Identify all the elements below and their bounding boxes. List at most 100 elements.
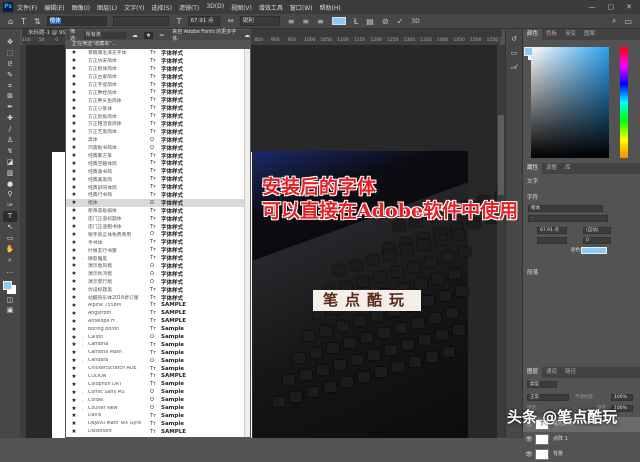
pen-tool-icon[interactable]: ✑ (7, 200, 13, 211)
favorite-star-icon[interactable]: ★ (66, 168, 82, 175)
favorite-star-icon[interactable]: ★ (66, 381, 82, 388)
layer-name[interactable]: 点阵 1 (553, 432, 568, 447)
blur-tool-icon[interactable]: ● (7, 179, 13, 190)
blend-mode-select[interactable]: 正常 (527, 394, 569, 401)
canvas-scrollbar[interactable] (497, 45, 505, 438)
foreground-color[interactable] (3, 280, 12, 290)
panel-tab[interactable]: 路径 (561, 367, 580, 378)
font-list-item[interactable]: ★ › Corbel O Sample (66, 396, 250, 404)
panel-tab[interactable]: 调整 (542, 163, 561, 174)
panel-tab[interactable]: 库 (561, 163, 575, 174)
font-list-item[interactable]: ★ Antelope H Tт SAMPLE (66, 317, 250, 325)
menu-item[interactable]: 文件(F) (17, 3, 37, 12)
font-list-item[interactable]: ★ 新蒂黑板报体 Tт 字体样式 (66, 207, 250, 215)
menu-item[interactable]: 图像(I) (72, 3, 90, 12)
favorite-star-icon[interactable]: ★ (66, 223, 82, 230)
opacity-input[interactable]: 100% (611, 394, 633, 401)
panels-icon[interactable]: ▤ (366, 17, 374, 26)
font-list-item[interactable]: ★ Colophon DRT Tт Sample (66, 380, 250, 388)
favorite-star-icon[interactable]: ★ (66, 389, 82, 396)
eyedropper-icon[interactable]: ✒ (7, 102, 13, 113)
favorite-star-icon[interactable]: ★ (66, 144, 82, 151)
font-list-item[interactable]: ★ Boring Boron Tт Sample (66, 325, 250, 333)
favorite-star-icon[interactable]: ★ (66, 278, 82, 285)
favorite-star-icon[interactable]: ★ (66, 191, 82, 198)
text-color-swatch[interactable] (331, 17, 346, 25)
workspace-icon[interactable]: ▭ (624, 17, 632, 26)
favorite-star-icon[interactable]: ★ (66, 73, 82, 80)
font-list-item[interactable]: ★ › Comic Sans MS O Sample (66, 388, 250, 396)
font-list-item[interactable]: ★ 庞门正道标题体 Tт 字体样式 (66, 215, 250, 223)
marquee-tool-icon[interactable]: ⬚ (7, 48, 14, 59)
font-list-item[interactable]: ★ 演示秋鸿楷 O 字体样式 (66, 270, 250, 278)
font-list-item[interactable]: ★ 经典行书简 Tт 字体样式 (66, 191, 250, 199)
font-list-item[interactable]: ★ 锐字真言体免费商用 O 字体样式 (66, 230, 250, 239)
font-list-item[interactable]: ★ 方正胖头鱼简体 Tт 字体样式 (66, 96, 250, 105)
type-tool-icon[interactable]: T (3, 211, 17, 223)
font-list-item[interactable]: ★ 鸿雷板书简体 O 字体样式 (66, 144, 250, 152)
layer-row[interactable]: 👁 背景 (523, 447, 640, 462)
font-list-item[interactable]: ★ 经典空趣体简 Tт 字体样式 (66, 159, 250, 168)
font-list-item[interactable]: ★ 站酷快乐体2016修订版 Tт 字体样式 (66, 294, 250, 302)
font-list-item[interactable]: ★ 手书体 Tт 字体样式 (66, 238, 250, 247)
move-tool-icon[interactable]: ✥ (7, 37, 13, 48)
menu-item[interactable]: 编辑(E) (44, 3, 64, 12)
font-list-item[interactable]: ★ 演示春风楷 O 字体样式 (66, 262, 250, 270)
favorite-star-icon[interactable]: ★ (66, 247, 82, 254)
font-list-item[interactable]: ★ › Cambria Tт Sample (66, 341, 250, 349)
comments-icon[interactable]: ▭ (506, 49, 522, 57)
font-list-item[interactable]: ★ › Candara O Sample (66, 357, 250, 365)
panel-tab[interactable]: 渐变 (561, 29, 580, 40)
favorite-star-icon[interactable]: ★ (66, 239, 82, 246)
font-list-item[interactable]: ★ 方正仿宋简体 Tт 字体样式 (66, 57, 250, 65)
glyphs-icon[interactable]: 𝒜 (506, 63, 522, 72)
dodge-tool-icon[interactable]: ⚲ (7, 189, 12, 200)
menu-item[interactable]: 滤镜(T) (179, 3, 199, 12)
font-list-item[interactable]: ★ 方正粗活意简体 Tт 字体样式 (66, 120, 250, 128)
panel-tab[interactable]: 图案 (580, 29, 599, 40)
commit-icon[interactable]: ✓ (397, 17, 404, 26)
panel-tab[interactable]: 通道 (542, 367, 561, 378)
font-list-item[interactable]: ★ 经典舒同体简 Tт 字体样式 (66, 183, 250, 192)
history-icon[interactable]: ↺ (506, 35, 522, 43)
font-list-item[interactable]: ★ Alpine 7558M Tт SAMPLE (66, 302, 250, 310)
font-list-item[interactable]: ★ Dissonant Tт SAMPLE (66, 428, 250, 436)
font-list-item[interactable]: ★ 草檀斋毛泽东字体 Tт 字体样式 (66, 49, 250, 57)
favorite-star-icon[interactable]: ★ (66, 231, 82, 238)
rectangle-tool-icon[interactable]: ▭ (7, 233, 14, 244)
favorite-star-icon[interactable]: ★ (66, 81, 82, 88)
menu-item[interactable]: 增效工具 (259, 3, 283, 12)
char-color-swatch[interactable] (581, 247, 607, 254)
menu-item[interactable]: 窗口(W) (290, 3, 313, 12)
favorite-star-icon[interactable]: ★ (66, 357, 82, 364)
search-icon[interactable]: ⌕ (612, 16, 616, 26)
char-style-select[interactable]: - (528, 215, 608, 222)
font-list-item[interactable]: ★ 庞门正道粗书体 Tт 字体样式 (66, 223, 250, 231)
favorite-star-icon[interactable]: ★ (66, 105, 82, 112)
brush-tool-icon[interactable]: / (9, 124, 11, 135)
favorite-star-icon[interactable]: ★ (66, 294, 82, 301)
font-list-item[interactable]: ★ Davis Tт Sample (66, 412, 250, 420)
close-button[interactable]: ✕ (626, 3, 632, 11)
font-list-item[interactable]: ★ 经典美黑简 Tт 字体样式 (66, 175, 250, 184)
minimize-button[interactable]: — (589, 3, 596, 11)
panel-tab[interactable]: 属性 (523, 163, 543, 174)
favorite-star-icon[interactable]: ★ (66, 89, 82, 96)
home-icon[interactable]: ⌂ (8, 17, 13, 26)
favorite-star-icon[interactable]: ★ (66, 262, 82, 269)
panel-tab[interactable]: 图层 (523, 367, 543, 378)
frame-tool-icon[interactable]: ⊠ (7, 91, 13, 102)
favorite-star-icon[interactable]: ★ (66, 412, 82, 419)
favorite-star-icon[interactable]: ★ (66, 215, 82, 222)
font-list-item[interactable]: ★ 方正小篆体 Tт 字体样式 (66, 104, 250, 113)
font-list-item[interactable]: ★ 方正剪纸简体 Tт 字体样式 (66, 112, 250, 121)
favorite-star-icon[interactable]: ★ (66, 49, 82, 56)
history-brush-icon[interactable]: ↯ (7, 146, 13, 157)
text-orientation-icon[interactable]: ⇅ (34, 17, 41, 26)
favorite-star-icon[interactable]: ★ (66, 255, 82, 262)
font-list-item[interactable]: ★ 方正字迹简体 Tт 字体样式 (66, 81, 250, 89)
visibility-eye-icon[interactable]: 👁 (523, 447, 535, 462)
crop-tool-icon[interactable]: ⌗ (8, 81, 12, 92)
font-list-item[interactable]: ★ 优设标题黑 Tт 字体样式 (66, 286, 250, 294)
char-size-input[interactable]: 67.91 点 (537, 227, 567, 234)
